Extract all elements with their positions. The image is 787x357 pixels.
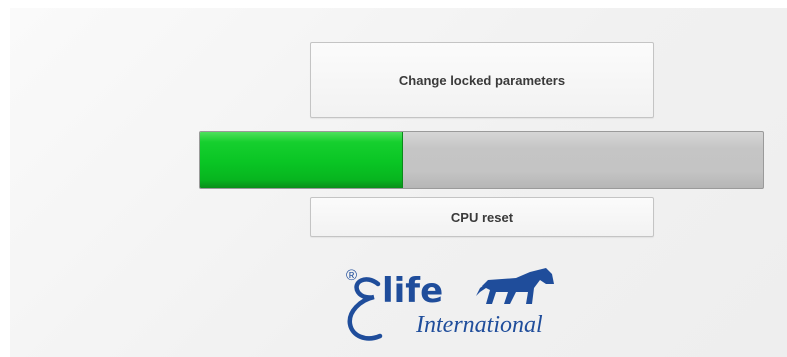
registered-mark: ® <box>346 267 357 284</box>
logo-subtitle: International <box>415 312 543 338</box>
cpu-reset-button[interactable]: CPU reset <box>310 197 654 237</box>
logo-e-swoosh <box>347 277 383 341</box>
logo-brand-text: life <box>382 271 443 311</box>
change-locked-parameters-label: Change locked parameters <box>398 72 566 88</box>
progress-bar <box>199 131 764 189</box>
horse-icon <box>476 268 554 304</box>
elife-international-logo: ® life International <box>340 262 580 348</box>
change-locked-parameters-button[interactable]: Change locked parameters <box>310 42 654 118</box>
cpu-reset-label: CPU reset <box>450 209 514 225</box>
progress-fill <box>200 132 403 188</box>
